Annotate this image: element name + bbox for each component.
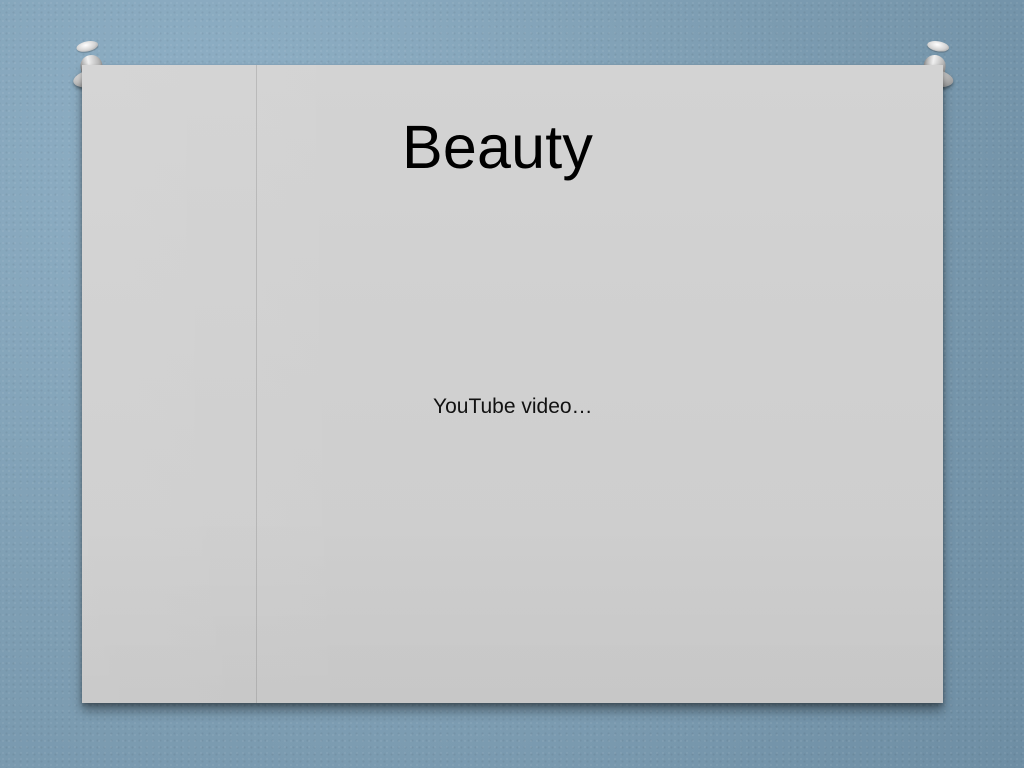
slide-paper: Beauty YouTube video… [82,65,943,703]
pushpin-cap [926,39,950,54]
paper-margin-line [256,65,257,703]
slide-body-text: YouTube video… [433,395,593,418]
slide-title: Beauty [402,113,594,181]
pushpin-cap [75,39,100,54]
